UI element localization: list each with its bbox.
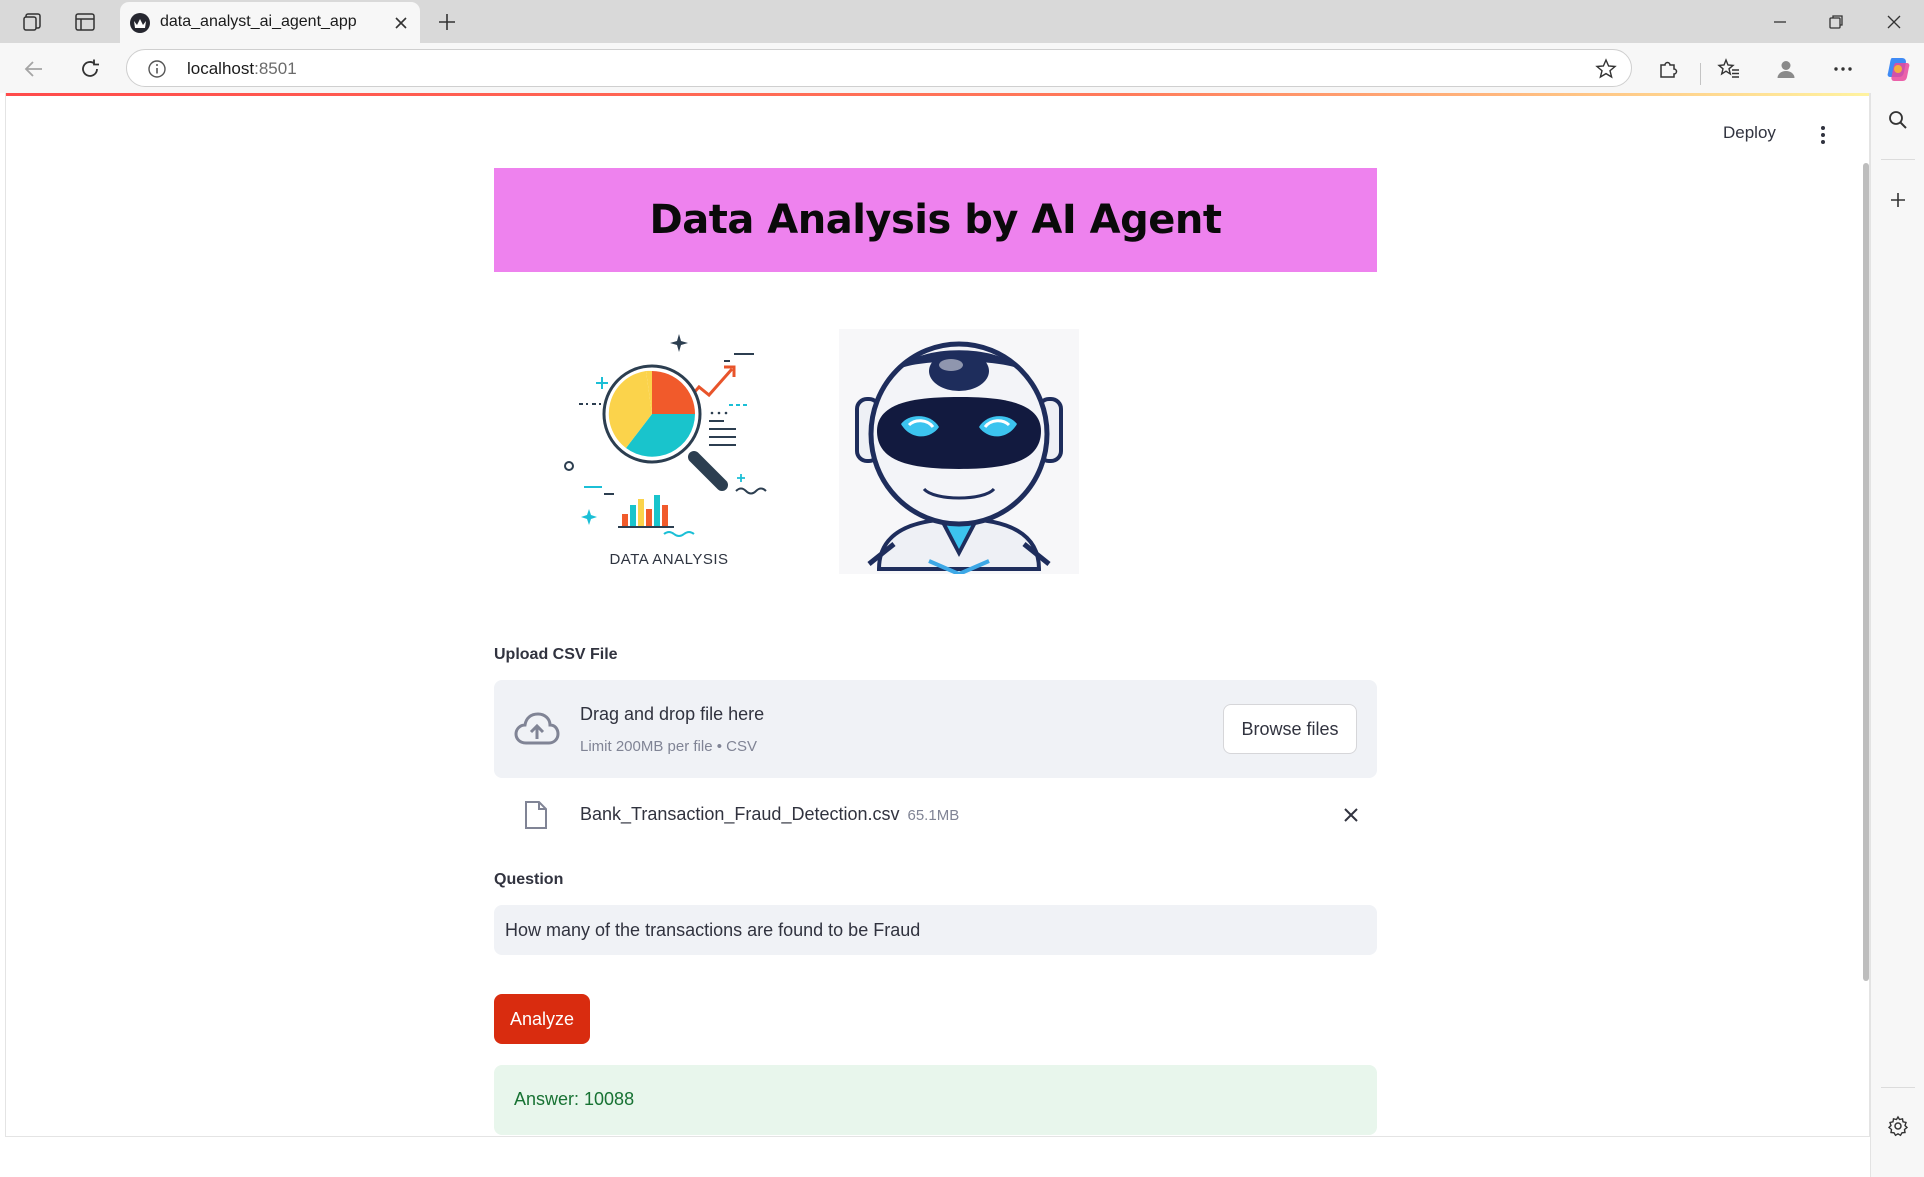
sidebar-divider-bottom xyxy=(1881,1087,1915,1088)
upload-label: Upload CSV File xyxy=(494,646,618,663)
uploaded-file-name: Bank_Transaction_Fraud_Detection.csv xyxy=(580,804,900,824)
info-icon[interactable] xyxy=(147,59,167,79)
uploaded-file-row: Bank_Transaction_Fraud_Detection.csv 65.1… xyxy=(494,790,1377,838)
deploy-button[interactable]: Deploy xyxy=(1723,123,1776,143)
extensions-icon[interactable] xyxy=(1652,53,1684,85)
profile-icon[interactable] xyxy=(1770,53,1802,85)
answer-box: Answer: 10088 xyxy=(494,1065,1377,1135)
kebab-menu-icon[interactable] xyxy=(1813,124,1833,146)
question-label: Question xyxy=(494,871,564,888)
toolbar-divider xyxy=(1700,63,1701,85)
url-port: :8501 xyxy=(254,59,297,78)
address-bar: localhost:8501 xyxy=(0,43,1924,93)
star-icon[interactable] xyxy=(1595,58,1617,80)
browse-files-button[interactable]: Browse files xyxy=(1223,704,1357,754)
minimize-icon[interactable] xyxy=(1762,6,1798,38)
url-host: localhost xyxy=(187,59,255,78)
robot-image xyxy=(839,329,1079,577)
more-icon[interactable] xyxy=(1827,53,1859,85)
browser-tab-bar: data_analyst_ai_agent_app xyxy=(0,0,1924,43)
copilot-icon[interactable] xyxy=(1882,53,1914,85)
tab-active[interactable]: data_analyst_ai_agent_app xyxy=(120,2,420,43)
favorites-icon[interactable] xyxy=(1713,53,1745,85)
scrollbar[interactable] xyxy=(1863,163,1869,981)
uploaded-file-size: 65.1MB xyxy=(907,807,960,824)
close-window-icon[interactable] xyxy=(1876,6,1912,38)
url-field[interactable]: localhost:8501 xyxy=(126,49,1632,87)
tab-title: data_analyst_ai_agent_app xyxy=(160,13,357,30)
tab-actions-icon[interactable] xyxy=(71,8,99,36)
streamlit-favicon-icon xyxy=(130,13,150,33)
remove-file-icon[interactable] xyxy=(1339,803,1363,827)
status-progress-line xyxy=(6,93,1869,96)
gear-icon[interactable] xyxy=(1885,1113,1911,1139)
restore-icon[interactable] xyxy=(1818,6,1854,38)
title-banner: Data Analysis by AI Agent xyxy=(494,168,1377,272)
reload-icon[interactable] xyxy=(74,53,106,85)
sidebar-divider xyxy=(1881,159,1915,160)
file-dropzone[interactable]: Drag and drop file here Limit 200MB per … xyxy=(494,680,1377,778)
url-text: localhost:8501 xyxy=(187,59,297,79)
plus-icon[interactable] xyxy=(1885,187,1911,213)
dropzone-limit: Limit 200MB per file • CSV xyxy=(580,738,757,755)
page-title: Data Analysis by AI Agent xyxy=(649,197,1222,243)
cloud-upload-icon xyxy=(513,709,561,749)
back-icon[interactable] xyxy=(18,53,50,85)
plus-icon[interactable] xyxy=(432,7,462,37)
browser-sidebar xyxy=(1870,93,1924,1177)
page-viewport: Deploy Data Analysis by AI Agent DATA AN… xyxy=(5,93,1870,1137)
search-icon[interactable] xyxy=(1885,107,1911,133)
file-icon xyxy=(524,800,548,830)
data-analysis-image: DATA ANALYSIS xyxy=(554,329,784,579)
answer-text: Answer: 10088 xyxy=(514,1089,635,1109)
workspaces-icon[interactable] xyxy=(19,8,47,36)
analyze-button[interactable]: Analyze xyxy=(494,994,590,1044)
dropzone-title: Drag and drop file here xyxy=(580,704,765,724)
close-icon[interactable] xyxy=(390,12,412,34)
image-caption: DATA ANALYSIS xyxy=(609,551,729,568)
question-input[interactable] xyxy=(494,905,1377,955)
file-name-line: Bank_Transaction_Fraud_Detection.csv 65.1… xyxy=(580,804,959,825)
